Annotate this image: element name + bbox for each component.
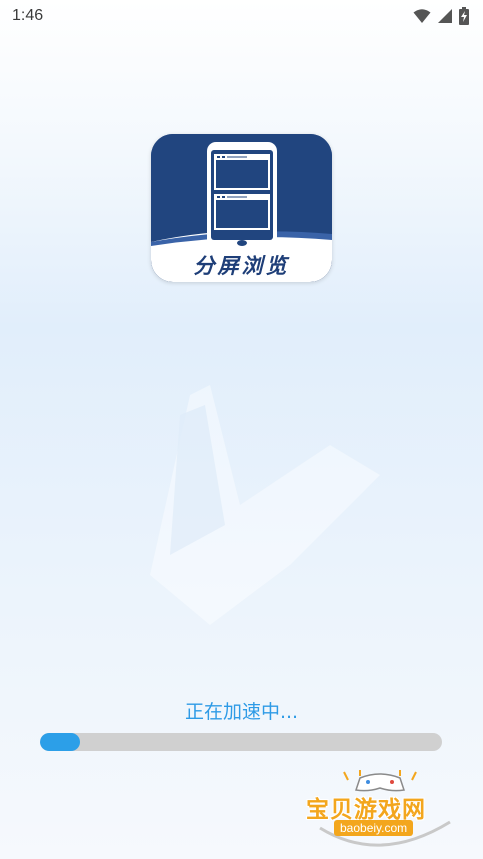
- watermark-url: baobeiy.com: [334, 820, 414, 836]
- background-illustration: [150, 385, 380, 625]
- watermark-title: 宝贝游戏网: [306, 797, 426, 823]
- loading-progress-bar: [40, 733, 442, 751]
- status-time: 1:46: [12, 7, 44, 24]
- battery-charging-icon: [459, 7, 469, 25]
- wifi-icon: [413, 9, 431, 23]
- watermark: 宝贝游戏网 baobeiy.com: [300, 770, 460, 855]
- signal-icon: [438, 9, 452, 23]
- loading-progress-fill: [40, 733, 81, 751]
- status-icons: [413, 7, 469, 25]
- status-bar: 1:46: [0, 0, 483, 32]
- app-logo-title: 分屏浏览: [193, 254, 290, 278]
- loading-status-text: 正在加速中...: [184, 701, 299, 723]
- app-logo: 分屏浏览: [151, 134, 332, 282]
